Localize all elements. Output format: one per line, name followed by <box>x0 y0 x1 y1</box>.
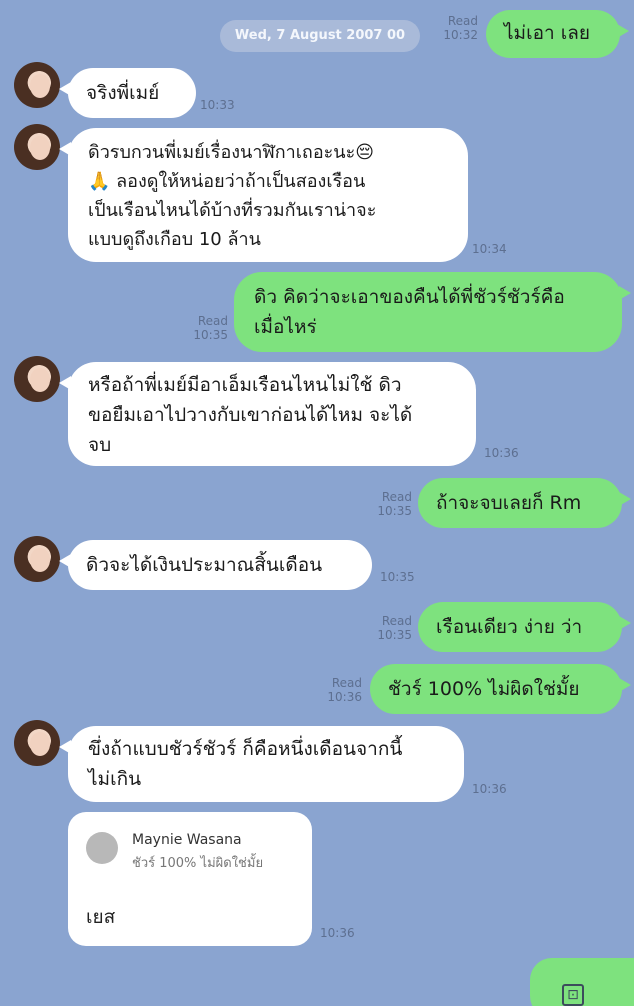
message-meta: Read 10:36 <box>322 676 362 704</box>
message-bubble-incoming[interactable]: หรือถ้าพี่เมย์มีอาเอ็มเรือนไหนไม่ใช้ ดิว… <box>59 362 476 466</box>
message-bubble-incoming[interactable]: จริงพี่เมย์ <box>59 68 196 118</box>
message-meta: Read 10:35 <box>188 314 228 342</box>
image-icon[interactable]: ⊡ <box>562 984 584 1006</box>
message-time: 10:36 <box>484 446 519 460</box>
message-text: ถ้าจะจบเลยก็ Rm <box>436 492 582 514</box>
avatar[interactable] <box>14 536 60 582</box>
avatar[interactable] <box>14 720 60 766</box>
reply-quoted-text: ชัวร์ 100% ไม่ผิดใช่มั้ย <box>132 856 264 871</box>
message-text: ไม่เอา เลย <box>504 22 590 44</box>
avatar[interactable] <box>14 356 60 402</box>
message-bubble-incoming[interactable]: ขึ่งถ้าแบบชัวร์ชัวร์ ก็คือหนึ่งเดือนจากน… <box>59 726 464 802</box>
message-time: 10:35 <box>377 628 412 642</box>
message-text-line: หรือถ้าพี่เมย์มีอาเอ็มเรือนไหนไม่ใช้ ดิว <box>88 374 402 396</box>
read-status: Read <box>381 490 412 504</box>
message-bubble-outgoing[interactable]: เรือนเดียว ง่าย ว่า <box>418 602 631 652</box>
read-status: Read <box>447 14 478 28</box>
message-text-line: 🙏 ลองดูให้หน่อยว่าถ้าเป็นสองเรือน <box>88 171 366 192</box>
read-status: Read <box>197 314 228 328</box>
message-meta: Read 10:35 <box>372 614 412 642</box>
message-time: 10:36 <box>320 926 355 940</box>
date-separator: Wed, 7 August 2007 00 <box>220 20 420 52</box>
message-time: 10:32 <box>443 28 478 42</box>
message-text-line: จบ <box>88 434 112 456</box>
message-bubble-incoming[interactable]: ดิวจะได้เงินประมาณสิ้นเดือน <box>59 540 372 590</box>
reply-text: เยส <box>86 906 116 928</box>
read-status: Read <box>381 614 412 628</box>
message-bubble-outgoing[interactable]: ไม่เอา เลย <box>486 10 629 58</box>
message-text: เรือนเดียว ง่าย ว่า <box>436 616 583 638</box>
message-text: ดิวจะได้เงินประมาณสิ้นเดือน <box>86 554 323 576</box>
message-meta: Read 10:35 <box>372 490 412 518</box>
message-time: 10:36 <box>327 690 362 704</box>
message-time: 10:36 <box>472 782 507 796</box>
message-text-line: ดิวรบกวนพี่เมย์เรื่องนาฬิกาเถอะนะ😔 <box>88 142 375 163</box>
chat-screen: { "date_pill": "Wed, 7 August 2007 00", … <box>0 0 634 1006</box>
message-text-line: ขึ่งถ้าแบบชัวร์ชัวร์ ก็คือหนึ่งเดือนจากน… <box>88 738 403 760</box>
reply-sender-name: Maynie Wasana <box>132 832 242 848</box>
message-time: 10:34 <box>472 242 507 256</box>
avatar[interactable] <box>14 124 60 170</box>
message-time: 10:33 <box>200 98 235 112</box>
message-text-line: เป็นเรือนไหนได้บ้างที่รวมกันเราน่าจะ <box>88 200 377 221</box>
message-time: 10:35 <box>380 570 415 584</box>
message-text-line: ไม่เกิน <box>88 768 142 790</box>
message-bubble-outgoing[interactable]: ถ้าจะจบเลยก็ Rm <box>418 478 631 528</box>
read-status: Read <box>331 676 362 690</box>
message-text-line: ดิว คิดว่าจะเอาของคืนได้พี่ชัวร์ชัวร์คือ <box>254 286 565 308</box>
message-meta: Read 10:32 <box>438 14 478 42</box>
message-bubble-outgoing[interactable]: ดิว คิดว่าจะเอาของคืนได้พี่ชัวร์ชัวร์คือ… <box>234 272 631 352</box>
message-time: 10:35 <box>193 328 228 342</box>
message-bubble-outgoing[interactable]: ชัวร์ 100% ไม่ผิดใช่มั้ย <box>370 664 631 714</box>
message-bubble-incoming[interactable]: ดิวรบกวนพี่เมย์เรื่องนาฬิกาเถอะนะ😔 🙏 ลอง… <box>59 128 468 262</box>
message-time: 10:35 <box>377 504 412 518</box>
message-text: ชัวร์ 100% ไม่ผิดใช่มั้ย <box>388 678 580 700</box>
message-text: จริงพี่เมย์ <box>86 82 160 104</box>
message-text-line: ขอยืมเอาไปวางกับเขาก่อนได้ไหม จะได้ <box>88 404 413 426</box>
message-text-line: เมื่อไหร่ <box>254 316 317 338</box>
reply-message-bubble[interactable]: Maynie Wasana ชัวร์ 100% ไม่ผิดใช่มั้ย เ… <box>68 812 312 946</box>
message-text-line: แบบดูถึงเกือบ 10 ล้าน <box>88 229 261 250</box>
reply-avatar <box>86 832 118 864</box>
avatar[interactable] <box>14 62 60 108</box>
